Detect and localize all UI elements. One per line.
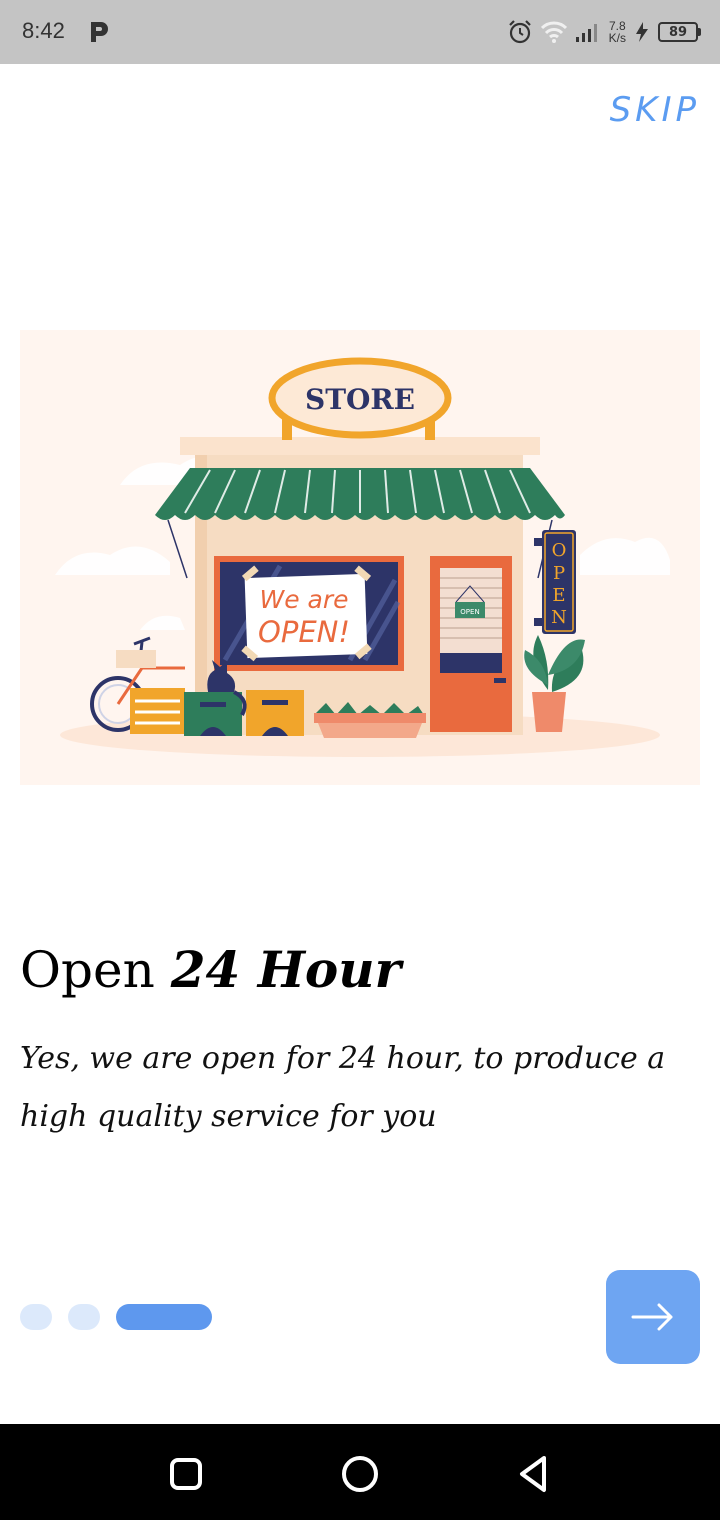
battery-level: 89: [668, 24, 688, 40]
skip-button[interactable]: SKIP: [610, 90, 700, 130]
page-description: Yes, we are open for 24 hour, to produce…: [20, 1041, 666, 1134]
arrow-right-icon: [631, 1303, 673, 1331]
store-illustration-svg: STORE We are OPEN! OPEN O P E N: [55, 357, 670, 757]
back-button[interactable]: [514, 1454, 554, 1494]
speed-unit: K/s: [608, 31, 626, 45]
home-button[interactable]: [340, 1454, 380, 1494]
store-illustration: STORE We are OPEN! OPEN O P E N: [20, 330, 700, 785]
navigation-bar: [0, 1424, 720, 1520]
store-sign-text: STORE: [305, 383, 415, 416]
page-dot-1[interactable]: [20, 1304, 52, 1330]
next-button[interactable]: [606, 1270, 700, 1364]
open-sign-letter-1: O: [552, 540, 567, 561]
open-sign-letter-3: E: [552, 585, 565, 606]
status-bar: 8:42 7.8 K/s 89: [0, 0, 720, 64]
page-dot-2[interactable]: [68, 1304, 100, 1330]
open-sign-letter-2: P: [553, 563, 565, 584]
status-icons: 7.8 K/s 89: [507, 16, 701, 48]
door-sign-text: OPEN: [460, 608, 479, 616]
open-sign-letter-4: N: [551, 607, 567, 628]
alarm-icon: [508, 20, 531, 44]
recents-button[interactable]: [166, 1454, 206, 1494]
title-bold: 24 Hour: [170, 940, 401, 999]
p-app-icon: [91, 22, 108, 42]
title-light: Open: [20, 941, 155, 999]
battery-icon: 89: [658, 22, 701, 42]
wifi-icon: [540, 21, 567, 43]
page-dot-3-active[interactable]: [116, 1304, 212, 1330]
window-sign-line2: OPEN!: [258, 615, 350, 649]
page-title: Open 24 Hour: [20, 940, 401, 999]
charging-icon: [636, 22, 648, 42]
pagination-dots: [20, 1304, 212, 1330]
status-time: 8:42: [22, 18, 65, 43]
window-sign-line1: We are: [259, 585, 348, 614]
network-speed: 7.8 K/s: [609, 20, 626, 44]
signal-icon: [575, 24, 597, 42]
